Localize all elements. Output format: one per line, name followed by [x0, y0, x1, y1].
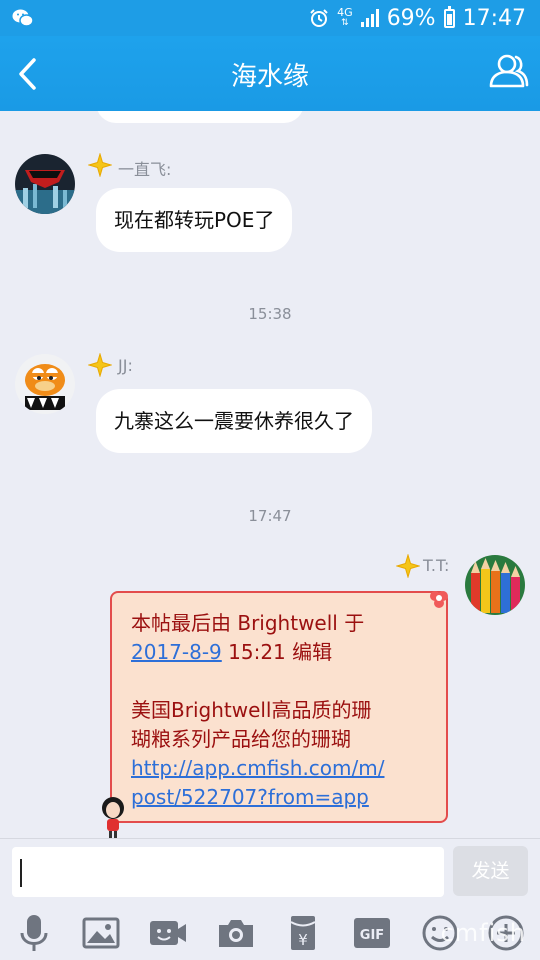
card-blank-line: [131, 667, 446, 696]
red-packet-icon[interactable]: ¥: [283, 913, 323, 953]
wechat-icon: [12, 9, 34, 27]
sender-name: T.T:: [423, 556, 450, 575]
bubble-character-icon: [102, 797, 124, 838]
page-title: 海水缘: [230, 62, 309, 92]
vip-star-icon: [88, 353, 112, 377]
card-url-link[interactable]: post/522707?from=app: [131, 785, 369, 809]
message-input[interactable]: [12, 847, 444, 897]
group-profile-icon[interactable]: [486, 50, 530, 96]
avatar[interactable]: [15, 154, 75, 214]
card-line: 瑚粮系列产品给您的珊瑚: [131, 727, 351, 751]
sender-name: 一直飞:: [118, 160, 172, 179]
card-line: 本帖最后由 Brightwell 于: [131, 611, 365, 635]
yuan-label: ¥: [298, 931, 308, 949]
flower-decoration-icon: [430, 591, 448, 608]
message-bubble[interactable]: 现在都转玩POE了: [96, 188, 293, 252]
message-bubble[interactable]: 九寨这么一震要休养很久了: [96, 389, 372, 453]
card-line: post/522707?from=app: [131, 783, 446, 812]
input-bar: 发送 ¥ GIF cmfish: [0, 838, 540, 960]
card-url-link[interactable]: http://app.cmfish.com/m/: [131, 756, 384, 780]
watermark: cmfish: [440, 919, 526, 947]
camera-icon[interactable]: [216, 913, 256, 953]
4g-icon: 4G ⇅: [337, 6, 353, 28]
sender-name: JJ:: [118, 356, 133, 375]
chat-area[interactable]: 一直飞: 现在都转玩POE了 15:38 JJ: 九寨这么一震要休养很久了 17…: [0, 111, 540, 838]
previous-message-bubble[interactable]: [96, 111, 304, 123]
vip-star-icon: [396, 554, 420, 578]
avatar[interactable]: [465, 555, 525, 615]
alarm-icon: [310, 9, 328, 27]
signal-icon: [360, 9, 379, 27]
message-timestamp: 15:38: [248, 305, 292, 323]
card-line: http://app.cmfish.com/m/: [131, 754, 446, 783]
card-line: 美国Brightwell高品质的珊: [131, 698, 372, 722]
card-line: 2017-8-9 15:21 编辑: [131, 638, 446, 667]
status-bar: 4G ⇅ 69% 17:47: [0, 0, 540, 36]
image-icon[interactable]: [81, 913, 121, 953]
status-time: 17:47: [462, 5, 526, 31]
send-button[interactable]: 发送: [453, 846, 528, 896]
network-label: 4G: [337, 6, 353, 19]
battery-percent: 69%: [386, 5, 436, 31]
pencils-avatar-icon: [465, 555, 525, 615]
gif-label: GIF: [360, 928, 384, 943]
garfield-avatar-icon: [15, 354, 75, 414]
battery-icon: [443, 5, 455, 28]
batman-superman-avatar-icon: [15, 154, 75, 214]
video-call-icon[interactable]: [148, 913, 188, 953]
post-card-bubble[interactable]: 本帖最后由 Brightwell 于 2017-8-9 15:21 编辑 美国B…: [102, 591, 448, 838]
microphone-icon[interactable]: [14, 913, 54, 953]
gif-icon[interactable]: GIF: [352, 913, 392, 953]
card-text: 15:21 编辑: [221, 640, 333, 664]
message-timestamp: 17:47: [248, 507, 292, 525]
card-date-link[interactable]: 2017-8-9: [131, 640, 222, 664]
text-caret: [20, 859, 22, 887]
vip-star-icon: [88, 153, 112, 177]
avatar[interactable]: [15, 354, 75, 414]
chat-header: 海水缘: [0, 36, 540, 111]
